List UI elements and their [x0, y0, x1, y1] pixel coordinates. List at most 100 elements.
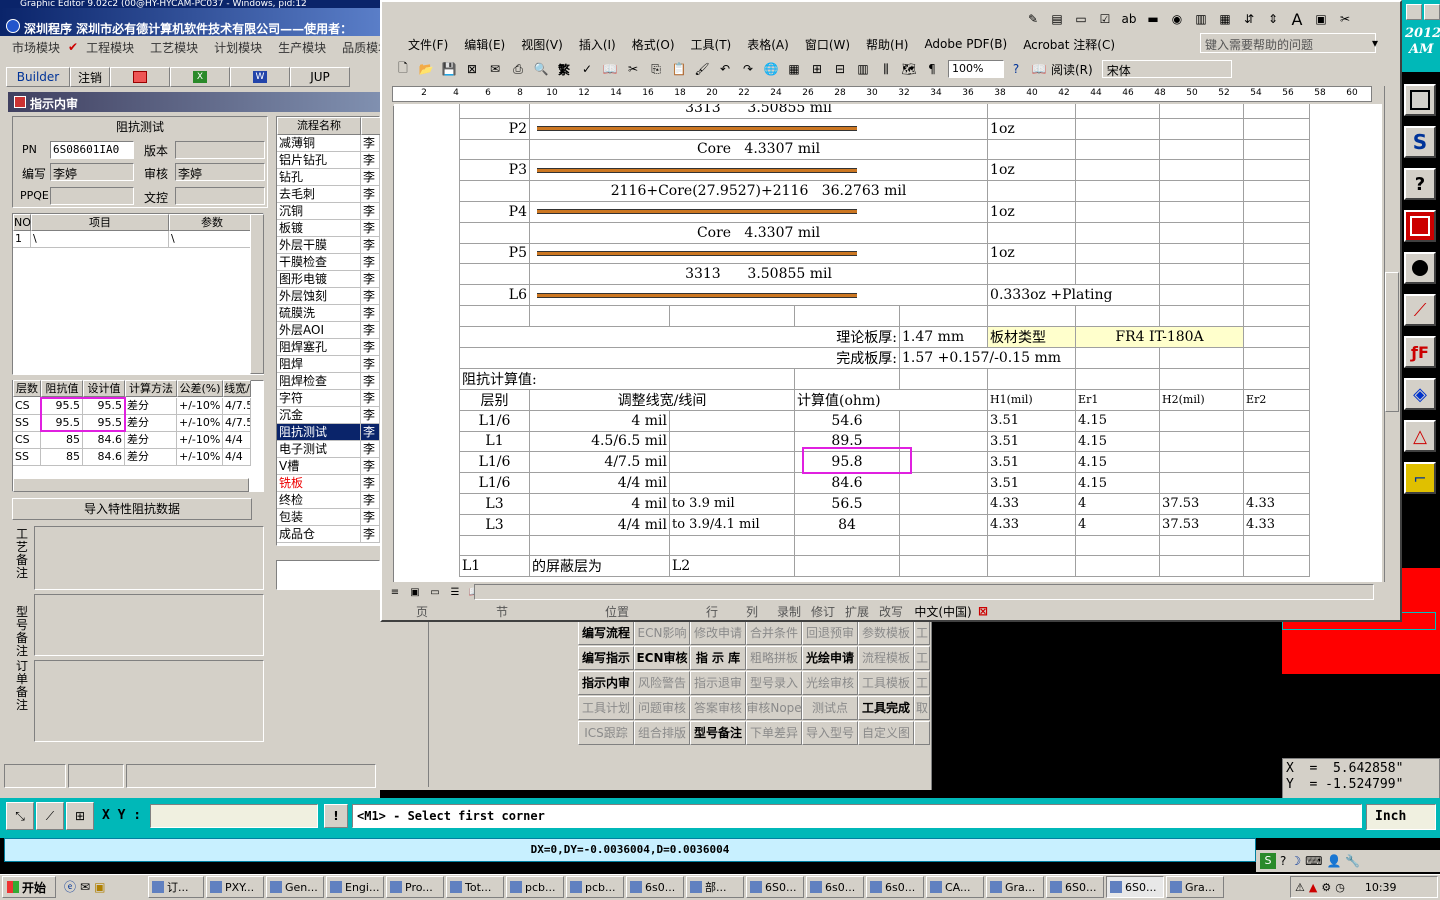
word-menu-item[interactable]: Acrobat 注释(C) [1015, 36, 1123, 53]
word-menu-item[interactable]: 工具(T) [683, 36, 740, 53]
taskbar-button[interactable]: Gra... [1166, 876, 1224, 898]
folder-icon[interactable]: ▣ [94, 880, 105, 894]
drawing-icon[interactable]: ⫼ [877, 60, 895, 78]
ppt-button[interactable] [110, 67, 170, 87]
measure-tool-button-2[interactable]: ⟋ [36, 802, 64, 830]
flow-row[interactable]: 沉铜李 [277, 203, 380, 220]
font-select[interactable]: 宋体 [1101, 60, 1232, 78]
research-icon[interactable]: 📖 [601, 60, 619, 78]
ppqe-field[interactable] [50, 187, 134, 205]
menu-engineering[interactable]: 工程模块 [78, 39, 142, 56]
flow-row[interactable]: 去毛刺李 [277, 186, 380, 203]
version-field[interactable] [175, 141, 265, 159]
outline-view-icon[interactable]: ☰ [448, 585, 462, 599]
word-menu-item[interactable]: 视图(V) [513, 36, 571, 53]
taskbar-button[interactable]: pcb... [566, 876, 624, 898]
taskbar-button[interactable]: Pro... [386, 876, 444, 898]
taskbar-button[interactable]: 6s0... [806, 876, 864, 898]
columns-icon[interactable]: ▥ [854, 60, 872, 78]
function-button[interactable] [914, 720, 930, 745]
col-linewidth[interactable]: 线宽/ [223, 380, 251, 397]
col-tolerance[interactable]: 公差(%) [177, 380, 223, 397]
label-icon[interactable]: A [1288, 10, 1306, 29]
control-field[interactable] [175, 187, 265, 205]
taskbar-button[interactable]: pcb... [506, 876, 564, 898]
insert-table-icon[interactable]: ⊞ [808, 60, 826, 78]
insert-excel-icon[interactable]: ⊟ [831, 60, 849, 78]
import-impedance-button[interactable]: 导入特性阻抗数据 [12, 498, 252, 520]
taskbar-button[interactable]: 6S0... [1046, 876, 1104, 898]
flow-row[interactable]: 外层干膜李 [277, 237, 380, 254]
function-button[interactable]: 编写指示 [578, 645, 634, 670]
function-button[interactable]: 指 示 库 [690, 645, 746, 670]
function-button[interactable]: 工 [914, 620, 930, 645]
flow-row[interactable]: 阻抗测试李 [277, 424, 380, 441]
grid-tool-button[interactable]: ⊞ [66, 802, 94, 830]
print-view-icon[interactable]: ▭ [428, 585, 442, 599]
taskbar-button[interactable]: Engi... [326, 876, 384, 898]
col-layer[interactable]: 层数 [13, 380, 41, 397]
checkbox-icon[interactable]: ☑ [1096, 10, 1114, 28]
print-icon[interactable]: ⎙ [509, 60, 527, 78]
sogou-icon[interactable]: S [1260, 853, 1276, 869]
col-item[interactable]: 项目 [31, 214, 169, 231]
route-tool-button[interactable]: S [1404, 126, 1436, 158]
function-button[interactable]: 工 [914, 670, 930, 695]
word-menu-item[interactable]: 格式(O) [624, 36, 683, 53]
undo-icon[interactable]: ↶ [716, 60, 734, 78]
flow-row[interactable]: 包装李 [277, 509, 380, 526]
flow-row[interactable]: 字符李 [277, 390, 380, 407]
pad-tool-button[interactable] [1404, 252, 1436, 284]
layers-tool-button[interactable] [1404, 210, 1436, 242]
function-button[interactable]: 光绘审核 [802, 670, 858, 695]
outlook-icon[interactable]: ✉ [80, 880, 90, 894]
function-button[interactable]: 合并条件 [746, 620, 802, 645]
pn-field[interactable]: 6S08601IA0 [50, 141, 134, 159]
permission-icon[interactable]: ⊠ [463, 60, 481, 78]
flow-tool-button[interactable]: ƒF [1404, 336, 1436, 368]
function-button[interactable]: 流程模板 [858, 645, 914, 670]
note-model-field[interactable] [34, 594, 264, 656]
ie-icon[interactable]: ⓔ [64, 878, 76, 895]
paste-icon[interactable]: 📋 [670, 60, 688, 78]
word-menu-item[interactable]: 帮助(H) [858, 36, 916, 53]
function-button[interactable]: 问题审核 [634, 695, 690, 720]
tray-icon-1[interactable]: ⚠ [1295, 881, 1305, 894]
xy-options-button[interactable]: ! [324, 804, 348, 828]
word-menu-item[interactable]: 表格(A) [739, 36, 797, 53]
builder-button[interactable]: Builder [6, 67, 70, 87]
flow-row[interactable]: 干膜检查李 [277, 254, 380, 271]
function-button[interactable]: 光绘申请 [802, 645, 858, 670]
flow-row[interactable]: 外层AOI 李 [277, 322, 380, 339]
function-button[interactable]: 粗略拼板 [746, 645, 802, 670]
tools-icon[interactable]: ✂ [1336, 10, 1354, 28]
function-button[interactable]: 审核Nope [746, 695, 802, 720]
document-map-icon[interactable]: 🗺 [900, 60, 918, 78]
function-button[interactable]: 工 [914, 645, 930, 670]
word-menu-item[interactable]: Adobe PDF(B) [916, 37, 1015, 51]
read-button[interactable]: 阅读(R) [1051, 61, 1093, 78]
image-icon[interactable]: ▣ [1312, 10, 1330, 28]
measure-tool-button[interactable]: △ [1404, 420, 1436, 452]
zoom-select[interactable]: 100% [948, 60, 1004, 78]
flow-row[interactable]: 钻孔李 [277, 169, 380, 186]
function-button[interactable]: 型号录入 [746, 670, 802, 695]
start-button[interactable]: 开始 [2, 876, 56, 898]
hyperlink-icon[interactable]: 🌐 [762, 60, 780, 78]
col-flow-person[interactable] [361, 117, 381, 135]
help-search-input[interactable]: 键入需要帮助的问题 [1200, 33, 1376, 53]
function-button[interactable]: 编写流程 [578, 620, 634, 645]
email-icon[interactable]: ✉ [486, 60, 504, 78]
document-page[interactable]: 3313 3.50855 mil P2 1oz Core 4.3307 mil … [394, 104, 1382, 582]
flow-row[interactable]: 减薄铜李 [277, 135, 380, 152]
format-painter-icon[interactable]: 🖌 [693, 60, 711, 78]
scroll-icon[interactable]: ⇵ [1240, 10, 1258, 28]
user-icon[interactable]: 👤 [1326, 854, 1341, 868]
function-button[interactable]: 回退预审 [802, 620, 858, 645]
flow-row[interactable]: 板镀李 [277, 220, 380, 237]
taskbar-button[interactable]: Tot... [446, 876, 504, 898]
flow-row[interactable]: 成品仓李 [277, 526, 380, 543]
spin-icon[interactable]: ⇕ [1264, 10, 1282, 28]
menu-market[interactable]: 市场模块 [4, 39, 68, 56]
note-process-field[interactable] [34, 526, 264, 590]
